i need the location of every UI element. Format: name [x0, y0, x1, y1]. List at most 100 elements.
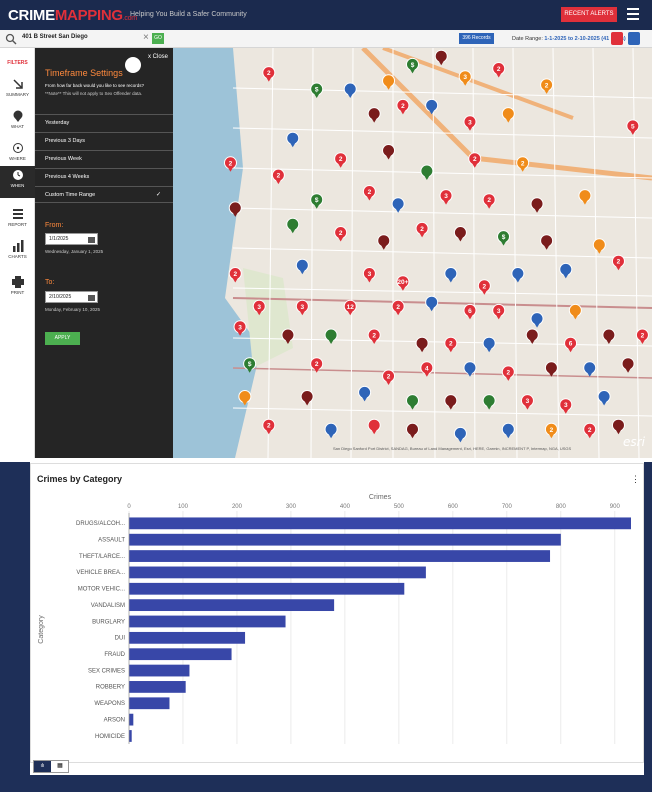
svg-text:$: $ — [502, 234, 506, 241]
recent-alerts-button[interactable]: RECENT ALERTS — [561, 7, 617, 22]
y-tick-label: FRAUD — [104, 652, 125, 658]
checkmark-icon: ✓ — [155, 192, 161, 198]
chart-view-toggle: ılı ▦ — [33, 760, 69, 773]
apply-button[interactable]: APPLY — [45, 332, 80, 345]
nav-what[interactable]: WHAT — [0, 110, 35, 140]
x-tick-label: 300 — [286, 504, 297, 510]
nav-charts-label: CHARTS — [8, 254, 27, 259]
calendar-icon[interactable] — [88, 294, 95, 301]
svg-text:2: 2 — [339, 230, 343, 237]
svg-text:$: $ — [315, 197, 319, 204]
calendar-icon[interactable] — [88, 236, 95, 243]
from-date-value: 1/1/2025 — [49, 236, 69, 242]
y-tick-label: ASSAULT — [98, 537, 125, 543]
svg-text:5: 5 — [631, 123, 635, 130]
svg-text:2: 2 — [267, 423, 271, 430]
nav-print[interactable]: PRINT — [0, 276, 35, 306]
bar — [129, 631, 246, 644]
y-tick-label: THEFT/LARCE... — [79, 554, 125, 560]
svg-text:2: 2 — [396, 304, 400, 311]
svg-text:6: 6 — [468, 308, 472, 315]
crime-map[interactable]: 2 $ $3 2 2 3 2 5 2 2 2 2 2 $2 3 2 2 2 $3 20+ 2 2 2 3 3 12 2 6 3 3 2 2 6 2… — [173, 48, 652, 458]
close-panel-button[interactable]: x Close — [148, 54, 168, 60]
svg-text:2: 2 — [420, 226, 424, 233]
y-tick-label: ROBBERY — [96, 685, 125, 691]
svg-text:2: 2 — [588, 427, 592, 434]
chart-menu-icon[interactable]: ⋮ — [631, 474, 640, 485]
svg-text:3: 3 — [564, 402, 568, 409]
nav-when[interactable]: WHEN — [0, 166, 35, 198]
x-tick-label: 600 — [448, 504, 459, 510]
y-tick-label: SEX CRIMES — [88, 668, 125, 674]
search-icon[interactable] — [5, 33, 17, 45]
logo-mapping-text: MAPPING — [54, 7, 123, 24]
filters-label[interactable]: FILTERS — [0, 60, 35, 66]
svg-text:12: 12 — [347, 304, 355, 311]
bar — [129, 697, 170, 710]
option-custom-label: Custom Time Range — [45, 192, 96, 198]
frame-bottom — [0, 775, 652, 792]
arrow-icon — [12, 79, 23, 89]
to-date-value: 2/10/2025 — [49, 294, 72, 300]
bar — [129, 615, 286, 628]
share-icon[interactable] — [611, 32, 623, 45]
svg-text:2: 2 — [641, 333, 645, 340]
clock-icon — [12, 170, 23, 180]
option-previous-4-weeks[interactable]: Previous 4 Weeks — [35, 168, 173, 185]
x-tick-label: 500 — [394, 504, 405, 510]
svg-text:2: 2 — [368, 189, 372, 196]
svg-text:2: 2 — [449, 341, 453, 348]
search-bar: 401 B Street San Diego × GO 396 Records … — [0, 30, 652, 48]
bar — [129, 681, 186, 693]
bar-chart-toggle-icon[interactable]: ılı — [34, 761, 51, 772]
y-tick-label: VEHICLE BREA... — [76, 570, 125, 576]
option-previous-3-days[interactable]: Previous 3 Days — [35, 132, 173, 149]
left-navigation: FILTERS SUMMARY WHAT WHERE WHEN REPORT C… — [0, 48, 35, 458]
x-tick-label: 0 — [127, 504, 131, 510]
svg-text:2: 2 — [473, 156, 477, 163]
nav-print-label: PRINT — [10, 290, 25, 295]
printer-icon — [11, 276, 24, 288]
records-count-button[interactable]: 396 Records — [459, 33, 494, 44]
option-previous-week[interactable]: Previous Week — [35, 150, 173, 167]
search-input[interactable]: 401 B Street San Diego — [22, 34, 172, 46]
go-button[interactable]: GO — [152, 33, 164, 44]
crosshair-icon — [12, 143, 23, 153]
nav-report[interactable]: REPORT — [0, 208, 35, 238]
x-tick-label: 200 — [232, 504, 243, 510]
svg-text:2: 2 — [497, 66, 501, 73]
date-range: Date Range: 1-1-2025 to 2-10-2025 (41 Da… — [512, 36, 626, 42]
bar-chart-icon — [12, 240, 23, 252]
crimemapping-logo[interactable]: CRIMEMAPPING.com — [8, 7, 137, 24]
list-icon — [12, 209, 23, 219]
svg-text:2: 2 — [550, 427, 554, 434]
option-custom-time-range[interactable]: Custom Time Range ✓ — [35, 186, 173, 203]
x-tick-label: 800 — [556, 504, 567, 510]
clock-icon — [125, 57, 141, 73]
svg-text:3: 3 — [526, 398, 530, 405]
nav-where-label: WHERE — [9, 156, 26, 161]
to-label: To: — [45, 279, 55, 286]
svg-text:2: 2 — [617, 259, 621, 266]
badge-icon[interactable] — [628, 32, 640, 45]
from-date-input[interactable]: 1/1/2025 — [45, 233, 98, 245]
y-tick-label: DUI — [115, 636, 126, 642]
nav-charts[interactable]: CHARTS — [0, 240, 35, 270]
svg-text:4: 4 — [425, 365, 429, 372]
bar — [129, 648, 232, 661]
hamburger-menu-icon[interactable] — [627, 8, 639, 20]
clear-search-icon[interactable]: × — [143, 32, 149, 43]
option-yesterday[interactable]: Yesterday — [35, 114, 173, 131]
chart-title: Crimes by Category — [37, 474, 123, 484]
svg-text:2: 2 — [315, 361, 319, 368]
table-toggle-icon[interactable]: ▦ — [52, 761, 68, 772]
to-date-input[interactable]: 2/10/2025 — [45, 291, 98, 303]
y-tick-label: HOMICIDE — [95, 734, 125, 740]
frame-left — [0, 462, 30, 792]
svg-text:3: 3 — [468, 119, 472, 126]
svg-text:3: 3 — [463, 74, 467, 81]
nav-summary[interactable]: SUMMARY — [0, 78, 35, 108]
svg-text:3: 3 — [368, 271, 372, 278]
svg-text:$: $ — [411, 62, 415, 69]
panel-question: From how far back would you like to see … — [45, 83, 145, 88]
